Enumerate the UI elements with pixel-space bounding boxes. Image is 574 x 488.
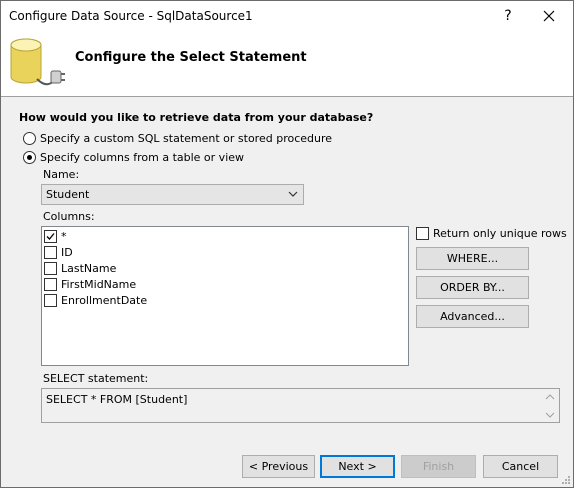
scroll-arrows-icon	[545, 394, 555, 418]
column-item-label: FirstMidName	[61, 277, 137, 291]
column-item-label: LastName	[61, 261, 117, 275]
column-item-id[interactable]: ID	[44, 244, 73, 260]
column-checkbox-lastname[interactable]	[44, 261, 57, 275]
advanced-button[interactable]: Advanced...	[416, 305, 529, 328]
radio-custom-sql[interactable]: Specify a custom SQL statement or stored…	[23, 130, 332, 146]
radio-columns-label[interactable]: Specify columns from a table or view	[40, 151, 244, 164]
where-button[interactable]: WHERE...	[416, 247, 529, 270]
column-checkbox-id[interactable]	[44, 245, 57, 259]
column-item-firstmidname[interactable]: FirstMidName	[44, 276, 136, 292]
table-name-value: Student	[46, 188, 90, 201]
radio-custom-sql-circle[interactable]	[23, 131, 36, 145]
order-by-button[interactable]: ORDER BY...	[416, 276, 529, 299]
select-statement-text: SELECT * FROM [Student]	[46, 393, 188, 406]
column-item-label: EnrollmentDate	[61, 293, 148, 307]
column-checkbox-star[interactable]	[44, 229, 57, 243]
unique-rows-option[interactable]: Return only unique rows	[416, 227, 567, 240]
retrieve-question: How would you like to retrieve data from…	[19, 111, 374, 124]
close-button[interactable]	[535, 4, 563, 28]
resize-grip-icon[interactable]	[561, 475, 571, 485]
column-checkbox-enrollmentdate[interactable]	[44, 293, 57, 307]
column-checkbox-firstmidname[interactable]	[44, 277, 57, 291]
window-title: Configure Data Source - SqlDataSource1	[9, 9, 253, 23]
column-item-lastname[interactable]: LastName	[44, 260, 116, 276]
column-item-label: ID	[61, 245, 73, 259]
radio-custom-sql-label[interactable]: Specify a custom SQL statement or stored…	[40, 132, 332, 145]
chevron-down-icon	[288, 191, 298, 197]
radio-columns-circle[interactable]	[23, 150, 36, 164]
check-icon	[46, 232, 55, 240]
previous-button[interactable]: < Previous	[242, 455, 315, 478]
page-title: Configure the Select Statement	[75, 50, 307, 65]
table-name-dropdown[interactable]: Student	[41, 184, 304, 205]
select-statement-scrollbar[interactable]	[543, 391, 557, 421]
column-item-star[interactable]: *	[44, 228, 67, 244]
close-icon	[543, 10, 555, 22]
finish-button: Finish	[401, 455, 476, 478]
title-bar[interactable]: Configure Data Source - SqlDataSource1 ?	[1, 1, 573, 31]
database-plug-icon	[10, 38, 65, 86]
radio-columns[interactable]: Specify columns from a table or view	[23, 149, 244, 165]
cancel-button[interactable]: Cancel	[483, 455, 558, 478]
help-button[interactable]: ?	[497, 5, 519, 27]
configure-data-source-dialog: Configure Data Source - SqlDataSource1 ?…	[0, 0, 574, 488]
unique-rows-checkbox[interactable]	[416, 227, 429, 240]
columns-label: Columns:	[43, 210, 95, 223]
unique-rows-label[interactable]: Return only unique rows	[433, 227, 567, 240]
column-item-label: *	[61, 229, 67, 243]
select-statement-box[interactable]: SELECT * FROM [Student]	[41, 388, 560, 423]
columns-list[interactable]: * ID LastName FirstMidName EnrollmentDat…	[41, 226, 409, 366]
column-item-enrollmentdate[interactable]: EnrollmentDate	[44, 292, 147, 308]
wizard-header: Configure the Select Statement	[1, 31, 573, 97]
select-statement-label: SELECT statement:	[43, 372, 149, 385]
next-button[interactable]: Next >	[320, 455, 395, 478]
name-label: Name:	[43, 168, 80, 181]
